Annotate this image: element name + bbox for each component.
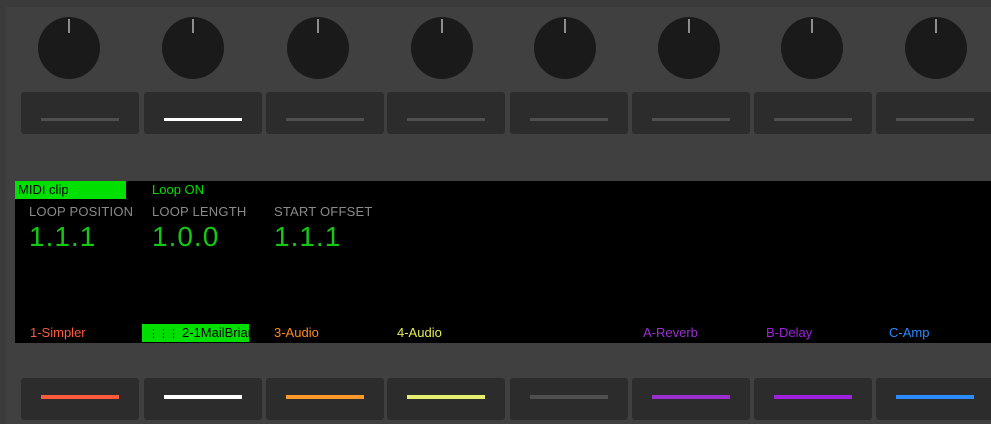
track-select-button-8[interactable] <box>876 378 991 420</box>
top-button-1[interactable] <box>21 92 139 134</box>
knob-indicator <box>688 19 690 33</box>
knob-indicator <box>935 19 937 33</box>
button-led <box>774 118 852 121</box>
button-led <box>286 395 364 399</box>
track-select-button-4[interactable] <box>387 378 505 420</box>
display-screen: MIDI clip Loop ON LOOP POSITION 1.1.1 LO… <box>15 181 991 343</box>
knob-indicator <box>441 19 443 33</box>
encoder-knob-1[interactable] <box>38 17 100 79</box>
track-select-button-1[interactable] <box>21 378 139 420</box>
top-button-2[interactable] <box>144 92 262 134</box>
button-led <box>407 118 485 121</box>
loop-length-label: LOOP LENGTH <box>152 204 247 219</box>
knob-indicator <box>811 19 813 33</box>
button-led <box>41 395 119 399</box>
grid-icon: ⋮⋮⋮ <box>148 328 179 340</box>
track-name-c[interactable]: C-Amp <box>889 325 929 341</box>
loop-position-label: LOOP POSITION <box>29 204 134 219</box>
top-button-5[interactable] <box>510 92 628 134</box>
encoder-knob-7[interactable] <box>781 17 843 79</box>
track-select-button-6[interactable] <box>632 378 750 420</box>
button-led <box>896 118 974 121</box>
button-led <box>41 118 119 121</box>
knob-indicator <box>317 19 319 33</box>
button-led <box>164 395 242 399</box>
track-name-1[interactable]: 1-Simpler <box>30 325 86 341</box>
start-offset-value[interactable]: 1.1.1 <box>274 221 341 253</box>
track-name-a[interactable]: A-Reverb <box>643 325 698 341</box>
track-select-button-2[interactable] <box>144 378 262 420</box>
encoder-knob-4[interactable] <box>411 17 473 79</box>
top-button-7[interactable] <box>754 92 872 134</box>
button-led <box>652 395 730 399</box>
knob-indicator <box>68 19 70 33</box>
knob-indicator <box>192 19 194 33</box>
track-name-4[interactable]: 4-Audio <box>397 325 442 341</box>
track-select-button-7[interactable] <box>754 378 872 420</box>
track-name-2-selected[interactable]: ⋮⋮⋮ 2-1MailBriar <box>142 324 249 342</box>
encoder-knob-2[interactable] <box>162 17 224 79</box>
track-select-button-3[interactable] <box>266 378 384 420</box>
track-name-2: 2-1MailBriar <box>182 325 249 340</box>
loop-status: Loop ON <box>152 182 205 197</box>
encoder-knob-8[interactable] <box>905 17 967 79</box>
top-button-6[interactable] <box>632 92 750 134</box>
button-led <box>896 395 974 399</box>
encoder-knob-5[interactable] <box>534 17 596 79</box>
encoder-knob-3[interactable] <box>287 17 349 79</box>
button-led <box>530 118 608 121</box>
button-led <box>652 118 730 121</box>
top-button-3[interactable] <box>266 92 384 134</box>
knob-indicator <box>564 19 566 33</box>
button-led <box>407 395 485 399</box>
button-led <box>530 395 608 399</box>
top-button-8[interactable] <box>876 92 991 134</box>
top-button-4[interactable] <box>387 92 505 134</box>
track-name-3[interactable]: 3-Audio <box>274 325 319 341</box>
clip-mode-badge: MIDI clip <box>15 181 126 199</box>
button-led <box>774 395 852 399</box>
button-led <box>164 118 242 121</box>
track-name-b[interactable]: B-Delay <box>766 325 812 341</box>
start-offset-label: START OFFSET <box>274 204 373 219</box>
loop-length-value[interactable]: 1.0.0 <box>152 221 219 253</box>
button-led <box>286 118 364 121</box>
encoder-knob-6[interactable] <box>658 17 720 79</box>
track-select-button-5[interactable] <box>510 378 628 420</box>
loop-position-value[interactable]: 1.1.1 <box>29 221 96 253</box>
